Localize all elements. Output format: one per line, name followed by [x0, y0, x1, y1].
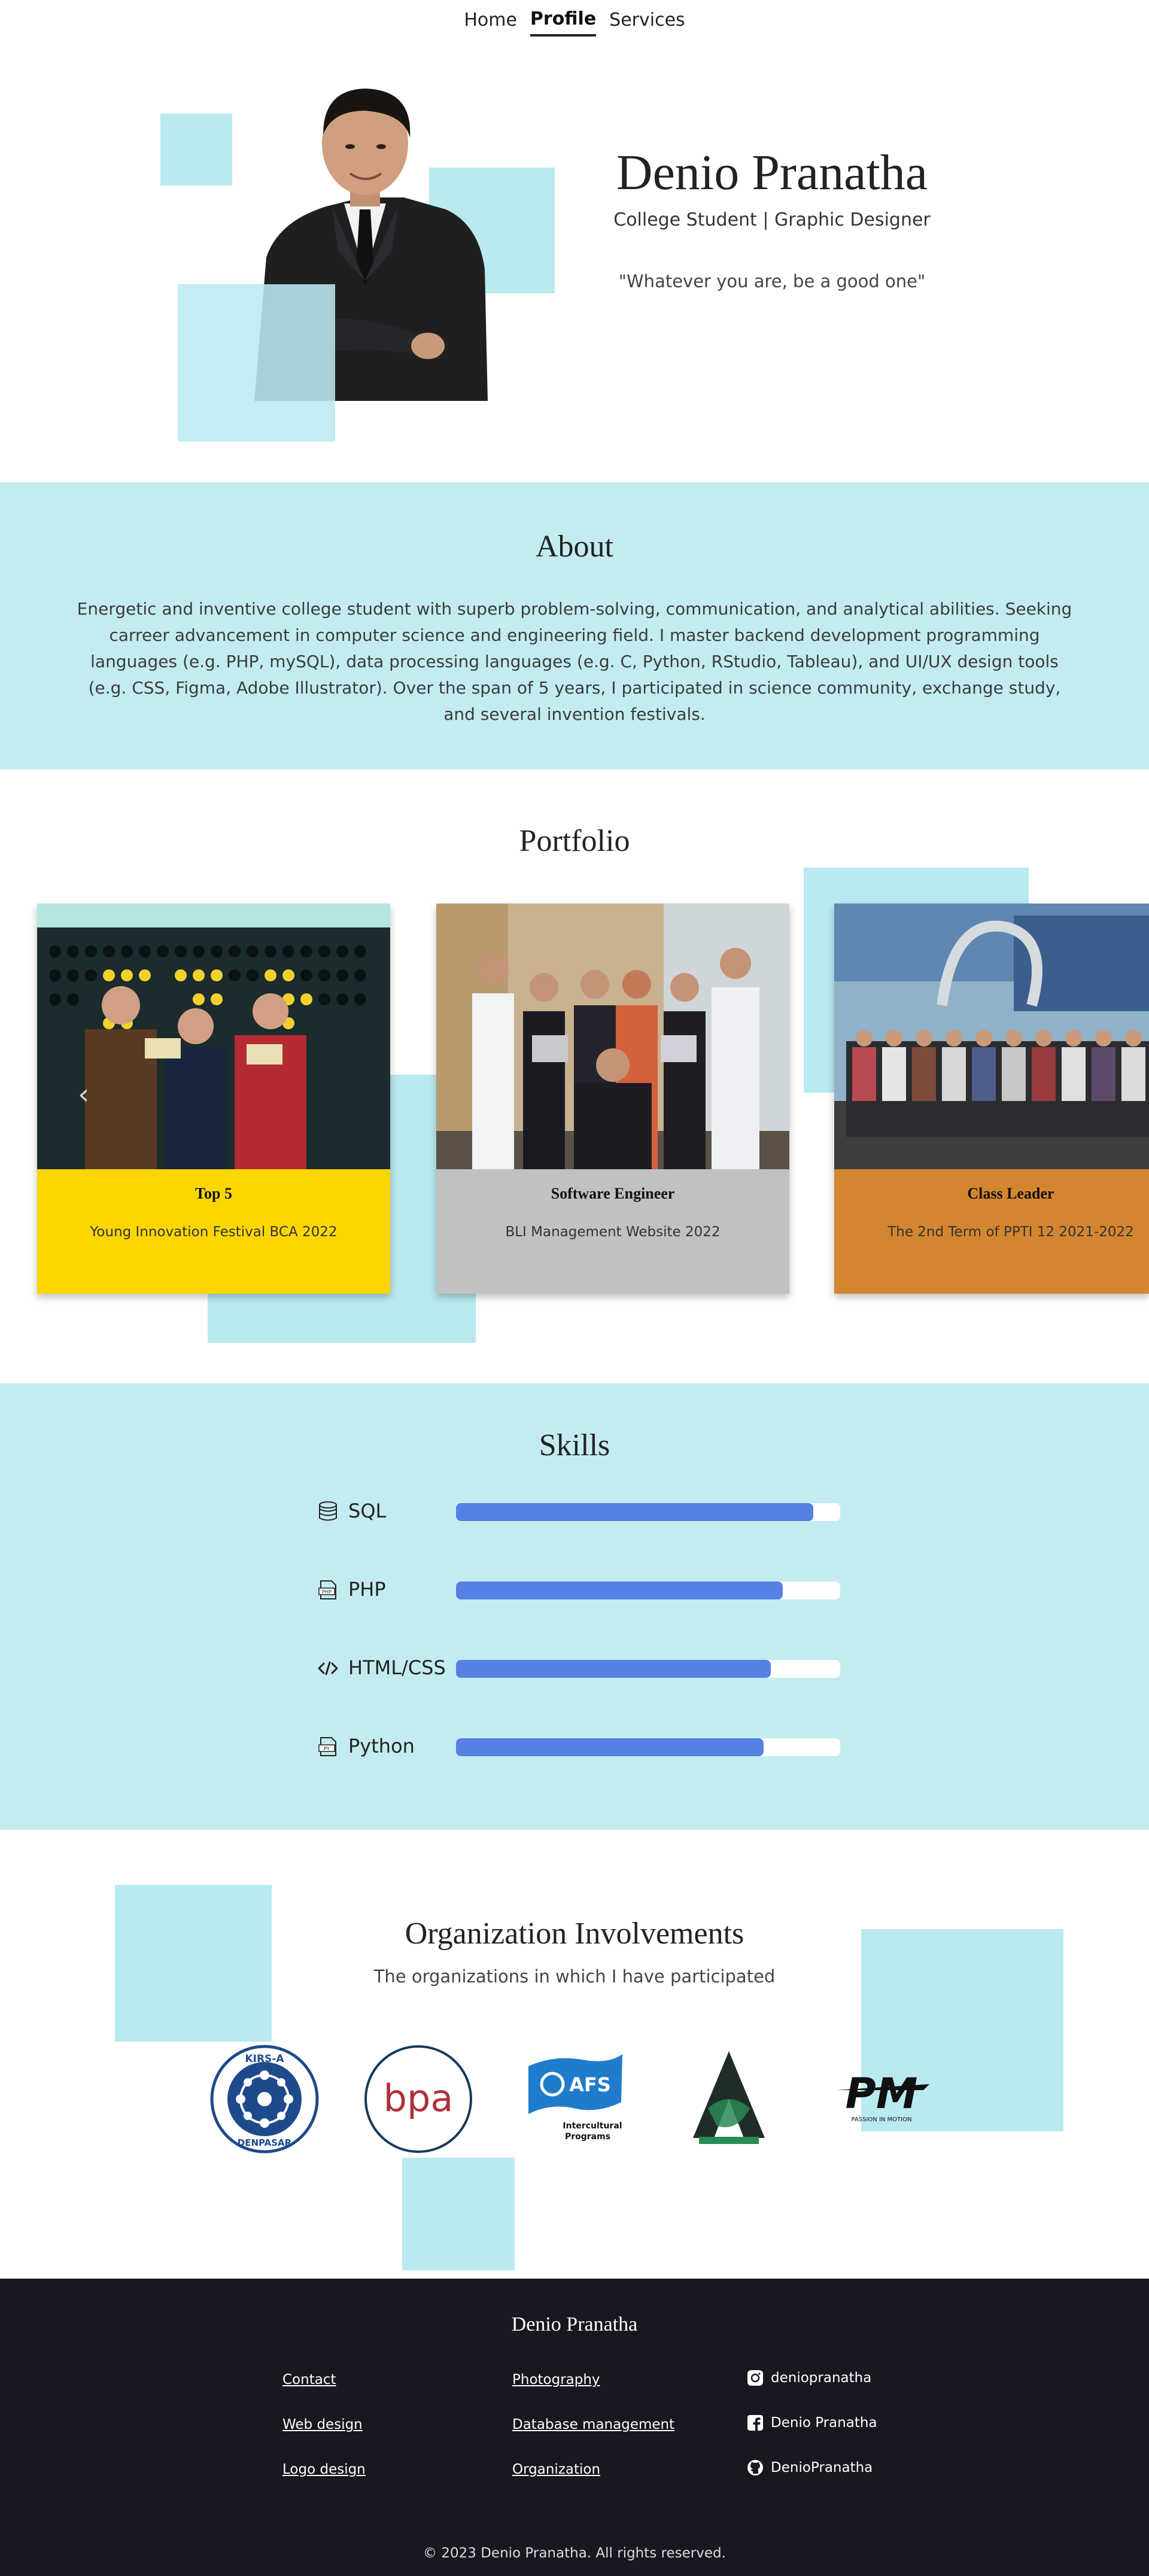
facebook-icon	[747, 2415, 763, 2431]
skill-label: SQL	[348, 1500, 387, 1522]
about-text: Energetic and inventive college student …	[77, 599, 1072, 724]
kirs-a-logo: KIRS-A DENPASAR	[210, 2045, 319, 2154]
instagram-icon	[747, 2370, 763, 2386]
social-github[interactable]: DenioPranatha	[747, 2459, 873, 2476]
hero-subtitle: College Student | Graphic Designer	[613, 209, 931, 230]
skills-title: Skills	[539, 1428, 610, 1462]
skill-row: PHP PHP	[317, 1578, 844, 1602]
footer-name: Denio Pranatha	[511, 2313, 638, 2335]
about-section: About Energetic and inventive college st…	[0, 482, 1149, 770]
decor-square	[160, 114, 232, 185]
social-github-label: DenioPranatha	[771, 2460, 873, 2475]
skill-row: SQL	[317, 1500, 844, 1523]
social-instagram-label: deniopranatha	[771, 2370, 872, 2386]
github-icon	[747, 2460, 763, 2475]
skill-label: PHP	[348, 1578, 386, 1601]
footer-link-contact[interactable]: Contact	[282, 2372, 336, 2388]
hero-name: Denio Pranatha	[616, 145, 928, 200]
skill-row: HTML/CSS	[317, 1656, 844, 1680]
nav-profile[interactable]: Profile	[530, 8, 597, 37]
skill-bar-fill	[456, 1582, 783, 1599]
footer-link-photography[interactable]: Photography	[512, 2372, 600, 2388]
portfolio-card-title: Software Engineer	[551, 1185, 675, 1202]
kirs-a-logo-bottom-text: DENPASAR	[238, 2137, 292, 2148]
decor-square	[402, 2158, 515, 2270]
social-facebook[interactable]: Denio Pranatha	[747, 2414, 877, 2431]
portfolio-photo	[834, 904, 1149, 1169]
nav-services[interactable]: Services	[609, 10, 685, 35]
footer-copyright: © 2023 Denio Pranatha. All rights reserv…	[423, 2545, 726, 2561]
skill-bar-fill	[456, 1738, 764, 1756]
footer-link-database-management[interactable]: Database management	[512, 2417, 674, 2432]
organizations-section: Organization Involvements The organizati…	[0, 1830, 1149, 2279]
skill-label: HTML/CSS	[348, 1656, 446, 1679]
portfolio-photo	[37, 904, 390, 1169]
top-nav: Home Profile Services	[0, 0, 1149, 42]
portfolio-title: Portfolio	[519, 824, 630, 858]
about-title: About	[536, 530, 613, 564]
decor-square	[115, 1885, 272, 2042]
chevron-left-icon[interactable]: ‹	[78, 1078, 89, 1111]
database-icon	[319, 1501, 337, 1521]
footer-link-organization[interactable]: Organization	[512, 2462, 600, 2477]
skill-bar	[456, 1738, 840, 1756]
afs-logo: AFS Intercultural Programs	[528, 2054, 622, 2142]
portfolio-card-subtitle: BLI Management Website 2022	[505, 1224, 721, 1240]
portfolio-card-info: Software Engineer BLI Management Website…	[436, 1169, 789, 1294]
portfolio-card-info: Class Leader The 2nd Term of PPTI 12 202…	[834, 1169, 1149, 1294]
afs-logo-caption-1: Intercultural	[563, 2121, 622, 2131]
bpa-logo: bpa	[364, 2045, 472, 2153]
portfolio-card[interactable]: Top 5 Young Innovation Festival BCA 2022	[37, 904, 390, 1294]
php-file-icon: PHP	[318, 1580, 336, 1599]
skill-bar-fill	[456, 1660, 771, 1678]
pm-logo: PM PASSION IN MOTION	[837, 2069, 929, 2123]
skills-section: Skills SQL PHP PHP HTML/CSS PY Python	[0, 1383, 1149, 1830]
svg-text:PY: PY	[324, 1746, 330, 1751]
orgs-subtitle: The organizations in which I have partic…	[373, 1966, 776, 1987]
skill-row: PY Python	[317, 1735, 844, 1759]
portfolio-card[interactable]: Class Leader The 2nd Term of PPTI 12 202…	[834, 904, 1149, 1294]
nav-home[interactable]: Home	[464, 10, 517, 35]
portfolio-card-subtitle: The 2nd Term of PPTI 12 2021-2022	[887, 1224, 1134, 1240]
footer-link-logo-design[interactable]: Logo design	[282, 2462, 366, 2477]
skill-bar	[456, 1503, 840, 1521]
code-icon	[318, 1661, 338, 1675]
skill-bar	[456, 1582, 840, 1599]
portfolio-card-info: Top 5 Young Innovation Festival BCA 2022	[37, 1169, 390, 1294]
decor-square	[178, 284, 335, 442]
portfolio-card-subtitle: Young Innovation Festival BCA 2022	[90, 1224, 338, 1240]
skill-bar	[456, 1660, 840, 1678]
portfolio-section: Portfolio Top 5 Young Innovation Festiva…	[0, 770, 1149, 1383]
orgs-title: Organization Involvements	[405, 1917, 744, 1951]
skill-label: Python	[348, 1735, 415, 1757]
svg-text:PHP: PHP	[322, 1589, 332, 1595]
social-facebook-label: Denio Pranatha	[771, 2415, 877, 2431]
afs-logo-caption-2: Programs	[565, 2132, 610, 2142]
afs-logo-text: AFS	[569, 2073, 611, 2096]
kirs-a-logo-top-text: KIRS-A	[245, 2053, 284, 2065]
skill-bar-fill	[456, 1503, 814, 1521]
pm-logo-text: PM	[846, 2069, 918, 2118]
portfolio-photo	[436, 904, 789, 1169]
portfolio-card-title: Top 5	[195, 1185, 232, 1202]
a-emblem-logo	[693, 2051, 765, 2144]
python-file-icon: PY	[318, 1737, 336, 1756]
hero-section: Denio Pranatha College Student | Graphic…	[0, 42, 1149, 482]
social-instagram[interactable]: deniopranatha	[747, 2370, 871, 2386]
bpa-logo-text: bpa	[384, 2076, 454, 2120]
footer-link-web-design[interactable]: Web design	[282, 2417, 363, 2432]
hero-quote: "Whatever you are, be a good one"	[618, 271, 926, 291]
pm-logo-caption: PASSION IN MOTION	[852, 2116, 912, 2123]
footer: Denio Pranatha Contact Web design Logo d…	[0, 2279, 1149, 2576]
portfolio-card-title: Class Leader	[967, 1185, 1054, 1202]
portfolio-card[interactable]: Software Engineer BLI Management Website…	[436, 904, 789, 1294]
